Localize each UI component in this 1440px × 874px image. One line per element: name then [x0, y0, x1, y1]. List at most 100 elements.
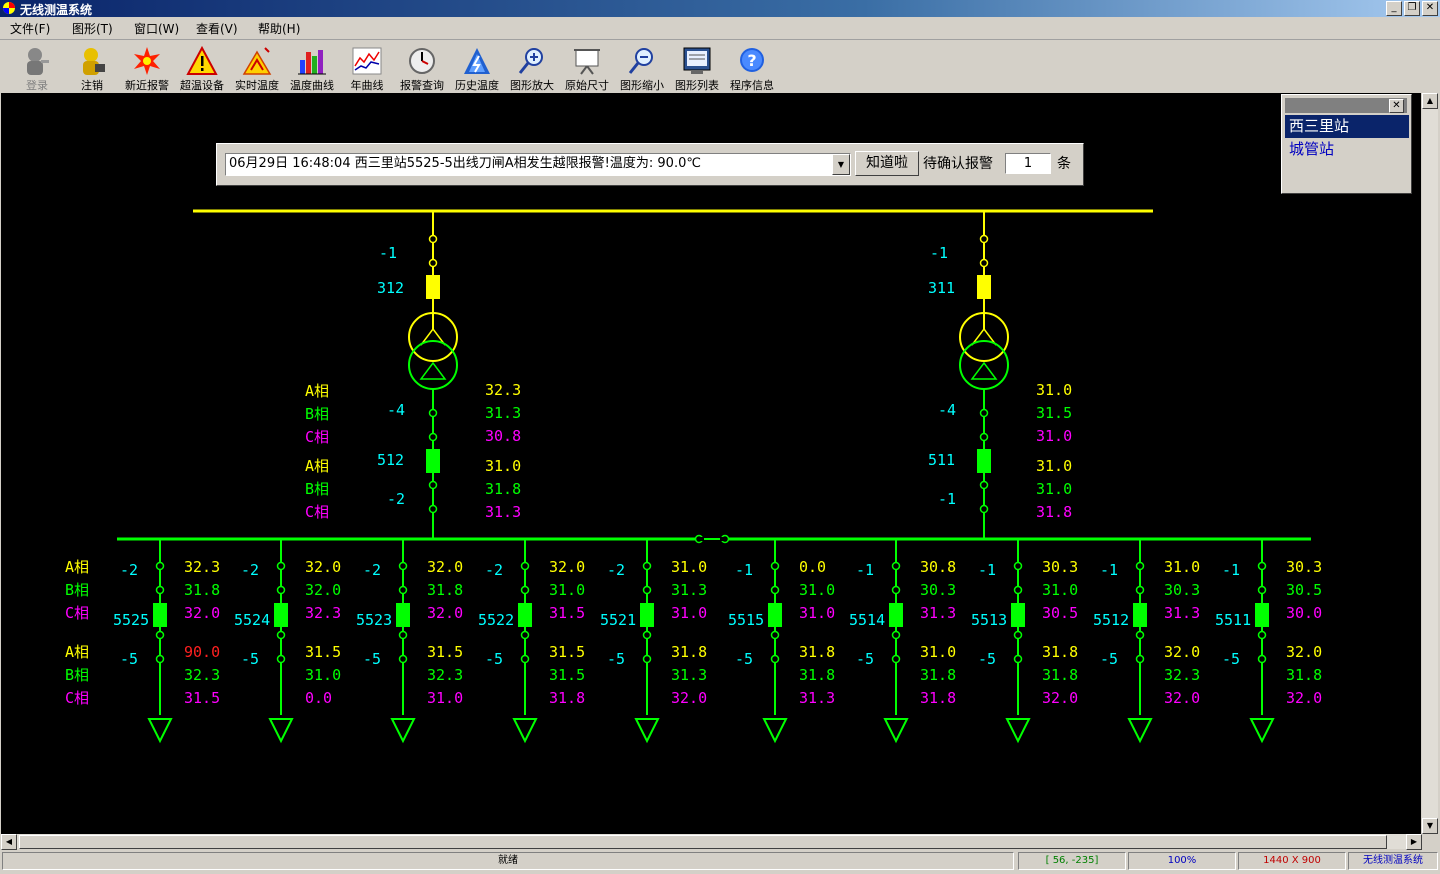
- feeder-switch-node: [1013, 561, 1023, 571]
- phase-label: C相: [305, 503, 329, 521]
- feeder-name: 5524: [234, 611, 270, 629]
- chevron-down-icon[interactable]: ▼: [832, 154, 850, 175]
- zoom-out-button[interactable]: 图形缩小: [614, 44, 670, 92]
- temp-value: 31.3: [671, 581, 707, 599]
- horizontal-scroll-thumb[interactable]: [19, 835, 1387, 849]
- minimize-button[interactable]: _: [1386, 1, 1402, 16]
- pending-alarm-unit: 条: [1057, 156, 1071, 172]
- horizontal-scrollbar[interactable]: ◀ ▶: [1, 834, 1422, 850]
- feeder-load-arrow: [1127, 718, 1153, 744]
- recent-alarm-icon: [134, 47, 160, 75]
- alarm-query-button[interactable]: 报警查询: [394, 44, 450, 92]
- scroll-up-icon[interactable]: ▲: [1422, 93, 1438, 109]
- temp-value: 30.8: [485, 427, 521, 445]
- temp-value: 31.0: [1036, 381, 1072, 399]
- scroll-down-icon[interactable]: ▼: [1422, 818, 1438, 834]
- original-size-button[interactable]: 原始尺寸: [559, 44, 615, 92]
- phase-label: A相: [65, 558, 89, 576]
- feeder-load-arrow: [883, 718, 909, 744]
- lv-switch-node: [979, 408, 989, 418]
- lv-switch-node: [428, 432, 438, 442]
- menu-graphic[interactable]: 图形(T): [72, 20, 113, 37]
- recent-alarm-button[interactable]: 新近报警: [119, 44, 175, 92]
- transformer-lv-winding: [959, 340, 1009, 390]
- scroll-left-icon[interactable]: ◀: [1, 834, 17, 850]
- program-info-button[interactable]: ? 程序信息: [724, 44, 780, 92]
- feeder-switch-node: [770, 630, 780, 640]
- feeder-breaker: [1255, 603, 1269, 627]
- station-panel-header: ✕: [1285, 98, 1407, 113]
- year-curve-button[interactable]: 年曲线: [339, 44, 395, 92]
- phase-label: C相: [305, 428, 329, 446]
- acknowledge-button[interactable]: 知道啦: [855, 151, 919, 176]
- overtemp-device-button[interactable]: 超温设备: [174, 44, 230, 92]
- temp-curve-button[interactable]: 温度曲线: [284, 44, 340, 92]
- feeder-name: 5521: [600, 611, 636, 629]
- menu-view[interactable]: 查看(V): [196, 20, 238, 37]
- restore-button[interactable]: ❐: [1404, 1, 1420, 16]
- feeder-breaker: [396, 603, 410, 627]
- feeder-switch-node: [642, 561, 652, 571]
- menu-help[interactable]: 帮助(H): [258, 20, 300, 37]
- feeder-name: 5525: [113, 611, 149, 629]
- feeder-name: 5511: [1215, 611, 1251, 629]
- station-item-xisanli[interactable]: 西三里站: [1285, 115, 1409, 138]
- history-temp-button[interactable]: 历史温度: [449, 44, 505, 92]
- station-item-chengguan[interactable]: 城管站: [1285, 138, 1409, 161]
- temp-value: 32.3: [427, 666, 463, 684]
- temp-value: 31.0: [799, 581, 835, 599]
- temp-value: 31.0: [799, 604, 835, 622]
- phase-label: A相: [305, 457, 329, 475]
- graphic-list-button[interactable]: 图形列表: [669, 44, 725, 92]
- temp-value: 31.0: [485, 457, 521, 475]
- scroll-right-icon[interactable]: ▶: [1406, 834, 1422, 850]
- year-curve-icon: [352, 47, 382, 75]
- diagram-canvas[interactable]: -1 312 -4 512 -2 A相 B相 C相 A相 B相 C相 32.3 31.3 30.8 31.0…: [1, 93, 1421, 834]
- lv-switch2-label: -1: [938, 490, 956, 508]
- zoom-out-icon: [628, 48, 653, 74]
- feeder-name: 5515: [728, 611, 764, 629]
- temp-value: 32.0: [1286, 689, 1322, 707]
- feeder-switch-node: [276, 561, 286, 571]
- temp-value: 31.3: [485, 503, 521, 521]
- status-ready: 就绪: [2, 852, 1014, 870]
- temp-value: 30.3: [1164, 581, 1200, 599]
- feeder-breaker: [768, 603, 782, 627]
- temp-value: 31.8: [427, 581, 463, 599]
- phase-label: B相: [65, 666, 89, 684]
- status-size: 1440 X 900: [1238, 852, 1346, 870]
- login-button[interactable]: 登录: [9, 44, 65, 92]
- temp-value: 31.0: [671, 558, 707, 576]
- temp-value: 30.3: [920, 581, 956, 599]
- temp-value: 31.0: [1036, 480, 1072, 498]
- temp-value: 31.5: [549, 604, 585, 622]
- feeder-breaker: [889, 603, 903, 627]
- feeder-breaker: [640, 603, 654, 627]
- alarm-message-combo[interactable]: 06月29日 16:48:04 西三里站5525-5出线刀闸A相发生越限报警!温…: [225, 153, 851, 176]
- zoom-in-button[interactable]: 图形放大: [504, 44, 560, 92]
- vertical-scrollbar[interactable]: ▲ ▼: [1422, 93, 1438, 834]
- close-button[interactable]: ✕: [1422, 1, 1438, 16]
- temp-value: 32.0: [184, 604, 220, 622]
- feeder-top-switch-label: -1: [978, 561, 996, 579]
- hv-breaker-label: 311: [928, 279, 955, 297]
- feeder-bottom-switch-label: -5: [735, 650, 753, 668]
- temp-value: 31.3: [1164, 604, 1200, 622]
- realtime-temp-button[interactable]: 实时温度: [229, 44, 285, 92]
- feeder-top-switch-label: -2: [363, 561, 381, 579]
- logout-button[interactable]: 注销: [64, 44, 120, 92]
- lv-breaker-label: 511: [928, 451, 955, 469]
- temp-value: 31.8: [184, 581, 220, 599]
- feeder-switch-node: [1013, 654, 1023, 664]
- menu-file[interactable]: 文件(F): [10, 20, 50, 37]
- hv-switch-label: -1: [930, 244, 948, 262]
- close-icon[interactable]: ✕: [1389, 99, 1404, 113]
- feeder-switch-node: [770, 561, 780, 571]
- temp-value: 32.3: [1164, 666, 1200, 684]
- lv-switch-node: [979, 504, 989, 514]
- temp-value: 32.0: [427, 604, 463, 622]
- menu-window[interactable]: 窗口(W): [134, 20, 179, 37]
- single-line-diagram: -1 312 -4 512 -2 A相 B相 C相 A相 B相 C相 32.3 31.3 30.8 31.0…: [65, 209, 1322, 744]
- temp-value: 31.8: [1042, 643, 1078, 661]
- feeder-bottom-switch-label: -5: [120, 650, 138, 668]
